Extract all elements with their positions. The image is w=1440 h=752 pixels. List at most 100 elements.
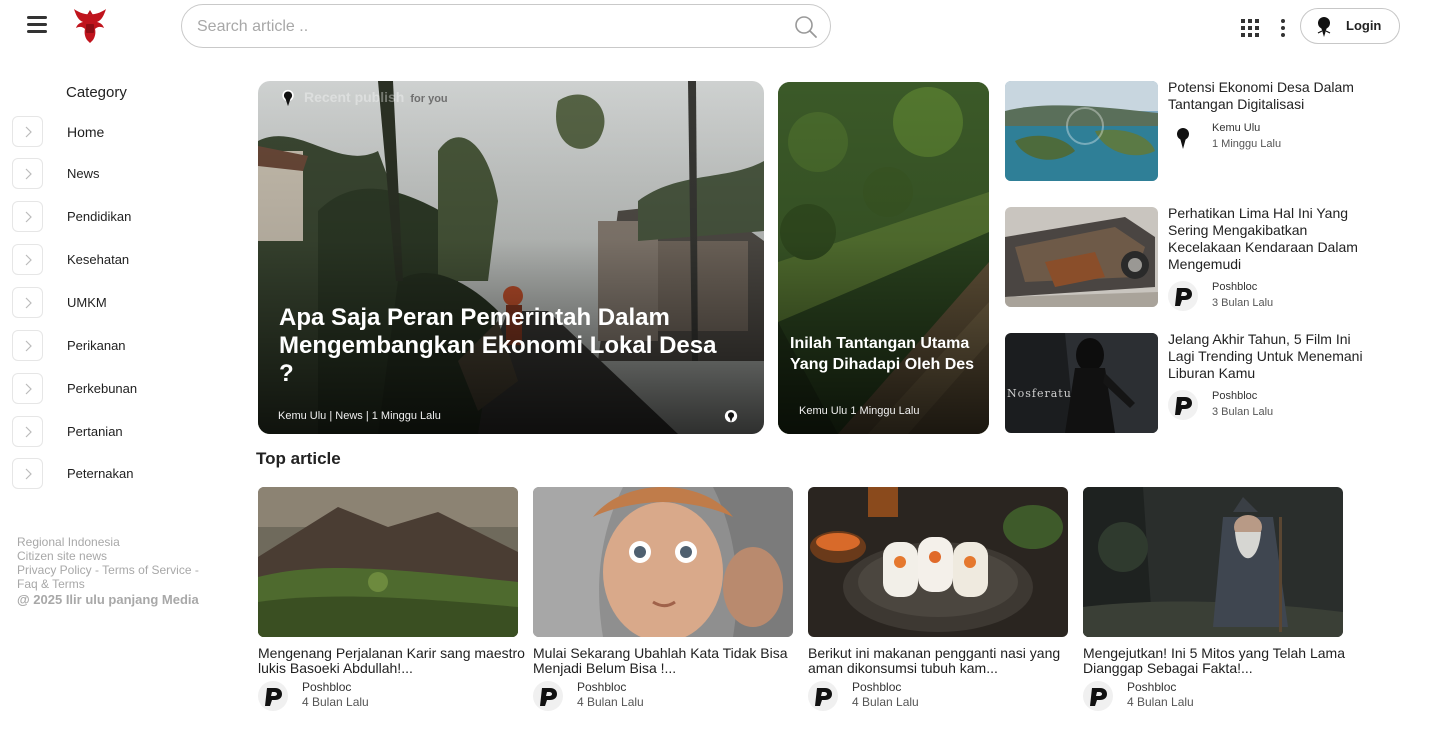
avatar — [533, 681, 563, 711]
sidebar-item-perkebunan[interactable]: Perkebunan — [12, 373, 232, 405]
burnt-car-image — [1005, 207, 1158, 307]
sidebar-item-pendidikan[interactable]: Pendidikan — [12, 201, 232, 233]
poshbloc-logo-icon — [1175, 397, 1192, 415]
chevron-right-icon — [12, 201, 43, 232]
sidebar-item-label: Home — [67, 124, 105, 140]
poshbloc-logo-icon — [540, 688, 557, 706]
sidebar-item-umkm[interactable]: UMKM — [12, 287, 232, 319]
hero-second-title[interactable]: Inilah Tantangan Utama Yang Dihadapi Ole… — [790, 333, 980, 375]
avatar — [1168, 123, 1198, 153]
article-thumbnail[interactable] — [258, 487, 518, 637]
privacy-policy-link[interactable]: Privacy Policy — [17, 563, 92, 577]
login-label: Login — [1346, 18, 1382, 33]
chevron-right-icon — [12, 330, 43, 361]
article-author: Poshbloc — [852, 680, 902, 694]
hero-second-overlay — [778, 82, 989, 434]
avatar — [1168, 281, 1198, 311]
side-article-title[interactable]: Perhatikan Lima Hal Ini Yang Sering Meng… — [1168, 205, 1378, 273]
sidebar-item-pertanian[interactable]: Pertanian — [12, 416, 232, 448]
terms-of-service-link[interactable]: Terms of Service — [102, 563, 191, 577]
sidebar-item-peternakan[interactable]: Peternakan — [12, 458, 232, 490]
side-article-thumbnail[interactable] — [1005, 81, 1158, 181]
hero-main-title[interactable]: Apa Saja Peran Pemerintah Dalam Mengemba… — [279, 304, 719, 388]
sidebar-item-home[interactable]: Home — [12, 116, 232, 148]
chevron-right-icon — [12, 244, 43, 275]
article-time: 4 Bulan Lalu — [852, 695, 919, 709]
poshbloc-logo-icon — [265, 688, 282, 706]
side-article-author: Poshbloc — [1212, 281, 1258, 293]
poshbloc-logo-icon — [815, 688, 832, 706]
footer-separator: - — [91, 563, 103, 577]
hero-second-meta: Kemu Ulu 1 Minggu Lalu — [799, 405, 920, 417]
article-thumbnail[interactable] — [533, 487, 793, 637]
more-options-icon[interactable] — [1281, 19, 1287, 37]
poshbloc-logo-icon — [1175, 288, 1192, 306]
hero-main-card[interactable]: Recent publish for you Apa Saja Peran Pem… — [258, 81, 764, 434]
garuda-logo[interactable] — [70, 6, 110, 46]
article-title[interactable]: Mengenang Perjalanan Karir sang maestro … — [258, 646, 528, 676]
article-author: Poshbloc — [577, 680, 627, 694]
for-you-text: for you — [410, 93, 448, 105]
sidebar-item-label: Perkebunan — [67, 381, 138, 396]
avatar — [1168, 390, 1198, 420]
avatar — [808, 681, 838, 711]
apps-grid-icon[interactable] — [1241, 19, 1259, 37]
side-article-time: 1 Minggu Lalu — [1212, 138, 1282, 150]
article-author: Poshbloc — [1127, 680, 1177, 694]
pin-icon — [282, 89, 294, 107]
chevron-right-icon — [12, 373, 43, 404]
article-thumbnail[interactable] — [808, 487, 1068, 637]
login-button[interactable]: Login — [1300, 8, 1400, 44]
avatar — [258, 681, 288, 711]
sidebar-item-label: Peternakan — [67, 466, 134, 481]
pin-icon — [724, 410, 738, 423]
sidebar-item-news[interactable]: News — [12, 158, 232, 190]
user-pin-icon — [1177, 128, 1189, 149]
wizard-forest-image — [1083, 487, 1343, 637]
chevron-right-icon — [12, 116, 43, 147]
chevron-right-icon — [12, 458, 43, 489]
recent-publish-text: Recent publish — [304, 89, 405, 105]
hero-second-card[interactable]: Inilah Tantangan Utama Yang Dihadapi Ole… — [778, 82, 989, 434]
article-thumbnail[interactable] — [1083, 487, 1343, 637]
side-article-title[interactable]: Potensi Ekonomi Desa Dalam Tantangan Dig… — [1168, 79, 1378, 113]
side-article-thumbnail[interactable] — [1005, 207, 1158, 307]
search-icon[interactable] — [794, 15, 818, 39]
side-article-title[interactable]: Jelang Akhir Tahun, 5 Film Ini Lagi Tren… — [1168, 331, 1378, 382]
menu-icon[interactable] — [27, 16, 47, 34]
sidebar-item-kesehatan[interactable]: Kesehatan — [12, 244, 232, 276]
search-bar[interactable] — [181, 4, 831, 48]
movie-poster-image: Nosferatu — [1005, 333, 1158, 433]
search-input[interactable] — [197, 16, 757, 38]
spring-rolls-image — [808, 487, 1068, 637]
article-time: 4 Bulan Lalu — [1127, 695, 1194, 709]
category-title: Category — [66, 84, 127, 101]
mountain-painting-image — [258, 487, 518, 637]
article-time: 4 Bulan Lalu — [302, 695, 369, 709]
footer-copyright: @ 2025 Ilir ulu panjang Media — [17, 592, 199, 607]
faq-terms-link[interactable]: Faq & Terms — [17, 577, 85, 591]
footer-links: Privacy Policy - Terms of Service - — [17, 563, 199, 577]
sidebar-item-label: UMKM — [67, 295, 107, 310]
poshbloc-logo-icon — [1090, 688, 1107, 706]
sidebar-item-label: News — [67, 166, 100, 181]
sidebar-item-label: Kesehatan — [67, 252, 130, 267]
sidebar-item-label: Perikanan — [67, 338, 126, 353]
article-title[interactable]: Berikut ini makanan pengganti nasi yang … — [808, 646, 1078, 676]
article-title[interactable]: Mengejutkan! Ini 5 Mitos yang Telah Lama… — [1083, 646, 1353, 676]
island-bay-image — [1005, 81, 1158, 181]
article-time: 4 Bulan Lalu — [577, 695, 644, 709]
recent-publish-label: Recent publish for you — [304, 89, 448, 105]
side-article-time: 3 Bulan Lalu — [1212, 297, 1274, 309]
side-article-thumbnail[interactable]: Nosferatu — [1005, 333, 1158, 433]
chevron-right-icon — [12, 287, 43, 318]
hero-main-meta: Kemu Ulu | News | 1 Minggu Lalu — [278, 410, 441, 422]
children-faces-image — [533, 487, 793, 637]
article-title[interactable]: Mulai Sekarang Ubahlah Kata Tidak Bisa M… — [533, 646, 803, 676]
side-article-author: Poshbloc — [1212, 390, 1258, 402]
avatar — [1083, 681, 1113, 711]
user-pin-icon — [1317, 17, 1331, 37]
side-article-time: 3 Bulan Lalu — [1212, 406, 1274, 418]
sidebar-item-perikanan[interactable]: Perikanan — [12, 330, 232, 362]
poster-title-text: Nosferatu — [1007, 387, 1072, 400]
